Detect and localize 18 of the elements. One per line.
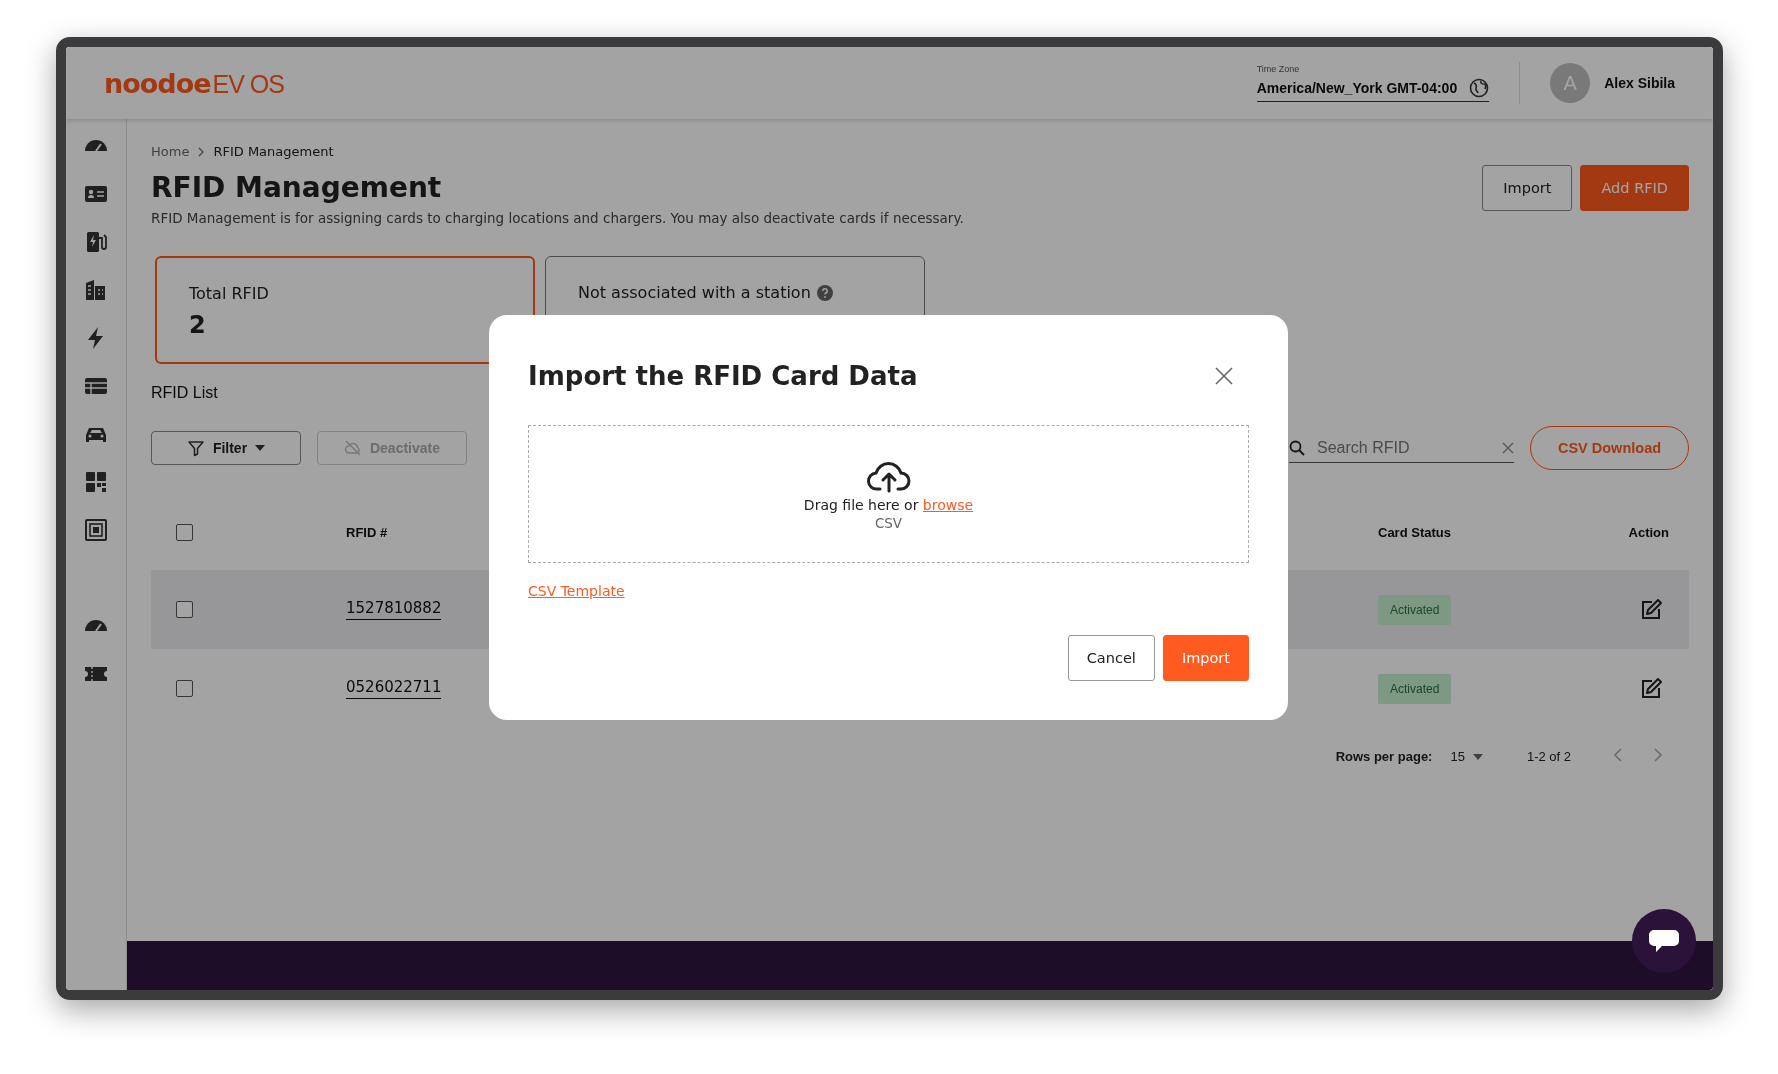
logo-wordmark: noodoe — [104, 67, 211, 99]
breadcrumb-current: RFID Management — [213, 144, 334, 159]
user-name: Alex Sibila — [1604, 75, 1675, 91]
status-tag: Activated — [1378, 673, 1452, 704]
section-title: RFID List — [151, 384, 218, 402]
stat-label: Total RFID — [189, 284, 269, 303]
field-label: Time Zone — [1256, 64, 1301, 74]
page-description: RFID Management is for assigning cards to charging locations and chargers. You may also deactivate cards if necessary. — [151, 210, 965, 226]
logo-subtitle: EV OS — [212, 69, 284, 99]
page-title: RFID Management — [151, 171, 443, 204]
page-range: 1-2 of 2 — [1526, 749, 1571, 764]
status-tag: Activated — [1378, 594, 1452, 625]
rows-per-page-label: Rows per page: — [1335, 749, 1433, 764]
dialog-title: Import the RFID Card Data — [528, 361, 918, 391]
file-type-hint: CSV — [874, 515, 903, 531]
stat-label: Not associated with a station — [578, 283, 811, 302]
drop-hint: Drag file here or browse — [803, 497, 974, 513]
stat-value: 2 — [189, 311, 207, 339]
